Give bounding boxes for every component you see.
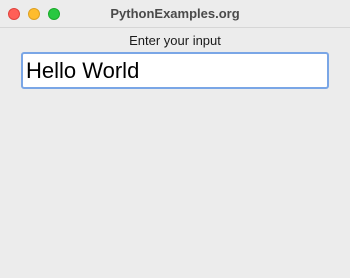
input-prompt-label: Enter your input <box>129 33 221 48</box>
window-title: PythonExamples.org <box>110 6 240 21</box>
text-input[interactable] <box>21 52 329 89</box>
app-window: PythonExamples.org Enter your input <box>0 0 350 278</box>
title-bar[interactable]: PythonExamples.org <box>0 0 350 28</box>
